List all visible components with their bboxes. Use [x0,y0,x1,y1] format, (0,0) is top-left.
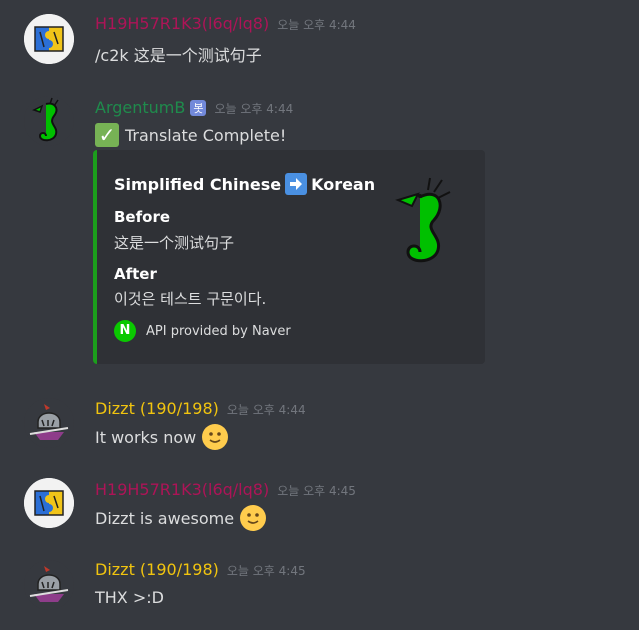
knight-avatar-icon [24,560,74,610]
message-text: It works now [95,427,197,447]
message: Dizzt (190/198) 오늘 오후 4:44 It works now [0,390,639,470]
username[interactable]: ArgentumB [95,98,185,117]
embed-footer: N API provided by Naver [114,320,291,342]
embed-title: Simplified Chinese Korean [114,173,375,195]
username[interactable]: Dizzt (190/198) [95,560,219,579]
message: H19H57R1K3(l6q/lq8) 오늘 오후 4:44 /c2k 这是一个… [0,0,639,90]
username[interactable]: H19H57R1K3(l6q/lq8) [95,480,269,499]
footer-text: API provided by Naver [146,323,291,339]
slightly-smiling-face-icon [202,424,229,450]
avatar[interactable] [24,398,74,448]
dragon-thumbnail-icon[interactable] [390,172,465,267]
slightly-smiling-face-icon [240,505,267,531]
avatar[interactable] [24,478,74,528]
field-before-value: 这是一个测试句子 [114,234,235,252]
avatar[interactable] [24,14,74,64]
message-text: Translate Complete! [125,125,287,145]
username[interactable]: Dizzt (190/198) [95,399,219,418]
message-text: Dizzt is awesome [95,508,235,528]
message: H19H57R1K3(l6q/lq8) 오늘 오후 4:45 Dizzt is … [0,470,639,552]
check-mark-icon: ✓ [95,123,119,147]
field-after-name: After [114,265,157,283]
avatar[interactable] [24,96,74,146]
timestamp: 오늘 오후 4:45 [226,564,306,578]
target-language: Korean [311,174,376,194]
field-before-name: Before [114,208,171,226]
right-arrow-icon [285,173,308,195]
timestamp: 오늘 오후 4:44 [226,403,306,417]
timestamp: 오늘 오후 4:44 [214,102,294,116]
timestamp: 오늘 오후 4:45 [277,484,356,498]
naver-icon: N [114,320,136,342]
puzzle-avatar-icon [24,14,74,64]
knight-avatar-icon [24,398,74,448]
bot-badge: 봇 [190,100,207,116]
puzzle-avatar-icon [24,478,74,528]
message: Dizzt (190/198) 오늘 오후 4:45 THX >:D [0,552,639,630]
message-text: THX >:D [95,588,164,607]
source-language: Simplified Chinese [114,174,282,194]
dragon-avatar-icon [24,96,74,146]
message-text: /c2k 这是一个测试句子 [95,46,262,65]
translation-embed: Simplified Chinese Korean Before 这是一个测试句… [93,150,485,364]
username[interactable]: H19H57R1K3(l6q/lq8) [95,14,269,33]
timestamp: 오늘 오후 4:44 [277,18,356,32]
avatar[interactable] [24,560,74,610]
field-after-value: 이것은 테스트 구문이다. [114,290,267,308]
